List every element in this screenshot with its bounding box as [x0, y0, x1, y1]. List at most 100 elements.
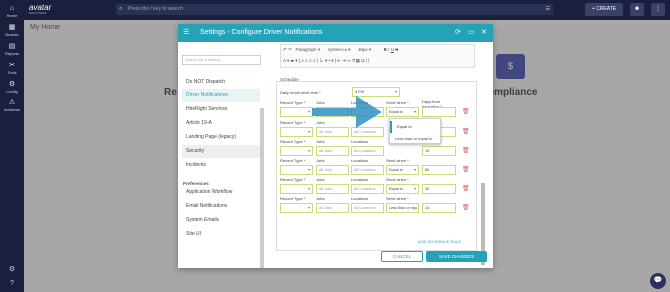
- jobs-select[interactable]: All Jobs: [316, 165, 349, 175]
- chevron-down-icon: ▾: [414, 110, 416, 114]
- sidebar-item-driver-notifications[interactable]: Driver Notifications: [182, 89, 260, 102]
- search-filter-icon[interactable]: ☰: [546, 4, 550, 15]
- chevron-down-icon: ▾: [308, 206, 310, 210]
- record-type-label: Record Type *: [280, 158, 306, 163]
- locations-select[interactable]: All Locations: [351, 127, 384, 137]
- nav-config[interactable]: ⚙ Config: [0, 81, 24, 94]
- save-changes-button[interactable]: SAVE CHANGES: [426, 251, 487, 262]
- minimize-icon[interactable]: ▭: [468, 28, 475, 36]
- nav-incidents[interactable]: ⚠ Incidents: [0, 99, 24, 112]
- settings-search-input[interactable]: Search for a setting...: [182, 55, 261, 65]
- record-type-select[interactable]: ▾: [280, 203, 313, 213]
- sidebar-item-security[interactable]: Security: [182, 145, 260, 158]
- trash-icon[interactable]: 🗑: [462, 128, 470, 135]
- locations-select[interactable]: All Locations: [351, 146, 384, 156]
- refresh-icon[interactable]: ⟳: [455, 28, 461, 36]
- help-icon[interactable]: ?: [0, 280, 24, 287]
- sidebar-item-site-ui[interactable]: Site UI: [182, 228, 260, 241]
- chevron-down-icon: ▾: [414, 168, 416, 172]
- days-input[interactable]: 14: [422, 203, 456, 213]
- record-type-select[interactable]: ▾: [280, 107, 313, 117]
- trash-icon[interactable]: 🗑: [462, 166, 470, 173]
- sidebar-item-system-emails[interactable]: System Emails: [182, 214, 260, 227]
- nav-home[interactable]: ⌂ Home: [0, 5, 24, 18]
- align-justify-icon[interactable]: ≡: [313, 58, 316, 63]
- chat-icon[interactable]: 💬: [650, 273, 666, 289]
- sidebar-scrollbar[interactable]: [260, 108, 264, 268]
- trash-icon[interactable]: 🗑: [462, 204, 470, 211]
- dropdown-option-less-than-or-equal[interactable]: Less than or equal to: [390, 133, 442, 145]
- days-input[interactable]: 60: [422, 165, 456, 175]
- align-right-icon[interactable]: ≡: [309, 58, 312, 63]
- code-icon[interactable]: ⟨⟩: [366, 58, 370, 63]
- locations-select[interactable]: All Locations: [351, 203, 384, 213]
- align-center-icon[interactable]: ≡: [305, 58, 308, 63]
- trash-icon[interactable]: 🗑: [462, 185, 470, 192]
- nav-browse[interactable]: ▦ Browse: [0, 24, 24, 37]
- clear-format-icon[interactable]: T̸: [352, 58, 355, 63]
- locations-select[interactable]: All Locations: [351, 165, 384, 175]
- sidebar-item-email-notifications[interactable]: Email Notifications: [182, 200, 260, 213]
- left-nav: ⌂ Home ▦ Browse ▤ Reports ✂ Tools ⚙ Config ⚠ I…: [0, 0, 24, 292]
- bold-icon[interactable]: B: [384, 47, 387, 52]
- global-search-input[interactable]: ⌕ Press the / key to search ☰: [116, 4, 553, 15]
- strikethrough-icon[interactable]: S: [395, 47, 398, 52]
- font-select[interactable]: system-ui: [328, 47, 347, 52]
- highlight-icon[interactable]: ▰: [291, 58, 294, 63]
- record-type-label: Record Type *: [280, 177, 306, 182]
- omega-icon[interactable]: Ω: [361, 58, 364, 63]
- bullet-list-icon[interactable]: •: [328, 58, 330, 63]
- align-left-icon[interactable]: ≡: [301, 58, 304, 63]
- table-icon[interactable]: ▦: [356, 58, 360, 63]
- user-icon[interactable]: ☻: [630, 3, 644, 16]
- send-when-select[interactable]: Equal to ▾: [386, 165, 419, 175]
- sidebar-item-incidents[interactable]: Incidents: [182, 159, 260, 172]
- settings-gear-icon[interactable]: ⚙: [0, 265, 24, 273]
- locations-select[interactable]: All Locations: [351, 184, 384, 194]
- send-when-select[interactable]: Less than or equ: [386, 203, 419, 213]
- record-type-select[interactable]: ▾: [280, 165, 313, 175]
- dropdown-option-equal-to[interactable]: Equal to: [390, 121, 442, 133]
- jobs-select[interactable]: All Jobs: [316, 127, 349, 137]
- nav-reports[interactable]: ▤ Reports: [0, 43, 24, 56]
- font-size-select[interactable]: 16px: [358, 47, 368, 52]
- outdent-icon[interactable]: ⇤: [337, 58, 341, 63]
- jobs-label: Jobs: [316, 158, 325, 163]
- editor-toolbar-row-2: A ▾ ▰ ▾ | ≡ ≡ ≡ ≡ | ⒈ ▾ • ▾ | ⇤ ⇥ ∞ T̸ ▦…: [283, 58, 370, 63]
- more-menu-icon[interactable]: ⋮: [651, 3, 665, 16]
- underline-icon[interactable]: U: [391, 47, 394, 52]
- sidebar-item-landing-page[interactable]: Landing Page (legacy): [182, 131, 260, 144]
- days-input[interactable]: 30: [422, 184, 456, 194]
- jobs-select[interactable]: All Jobs: [316, 184, 349, 194]
- record-type-select[interactable]: ▾: [280, 127, 313, 137]
- close-icon[interactable]: ✕: [481, 28, 487, 36]
- sidebar-item-do-not-dispatch[interactable]: Do NOT Dispatch: [182, 76, 260, 89]
- send-when-select[interactable]: Equal to ▾: [386, 184, 419, 194]
- days-input[interactable]: 15: [422, 146, 456, 156]
- modal-title: Settings - Configure Driver Notification…: [200, 29, 323, 36]
- trash-icon[interactable]: 🗑: [462, 108, 470, 115]
- sidebar-item-article-19a[interactable]: Article 19-A: [182, 117, 260, 130]
- link-icon[interactable]: ∞: [347, 58, 350, 63]
- numbered-list-icon[interactable]: ⒈: [319, 58, 324, 63]
- jobs-select[interactable]: All Jobs: [316, 146, 349, 156]
- jobs-select[interactable]: All Jobs: [316, 203, 349, 213]
- cancel-button[interactable]: CANCEL: [381, 251, 423, 262]
- record-type-select[interactable]: ▾: [280, 146, 313, 156]
- indent-icon[interactable]: ⇥: [342, 58, 346, 63]
- send-when-select[interactable]: Equal to ▾: [386, 107, 419, 117]
- days-input[interactable]: [422, 107, 456, 117]
- trash-icon[interactable]: 🗑: [462, 147, 470, 154]
- sidebar-item-application-workflow[interactable]: Application Workflow: [182, 186, 260, 199]
- nav-tools[interactable]: ✂ Tools: [0, 62, 24, 75]
- tools-icon: ✂: [9, 62, 15, 69]
- chevron-down-icon: ▾: [395, 90, 397, 94]
- hamburger-menu-icon[interactable]: ☰: [183, 28, 189, 36]
- text-color-icon[interactable]: A: [283, 58, 286, 63]
- paragraph-select[interactable]: Paragraph: [296, 47, 317, 52]
- create-button[interactable]: + CREATE: [585, 3, 623, 16]
- italic-icon[interactable]: I: [388, 47, 389, 52]
- sidebar-item-hireright-services[interactable]: HireRight Services: [182, 103, 260, 116]
- add-schedule-rule-button[interactable]: ADD SCHEDULE RULE: [418, 239, 461, 244]
- record-type-select[interactable]: ▾: [280, 184, 313, 194]
